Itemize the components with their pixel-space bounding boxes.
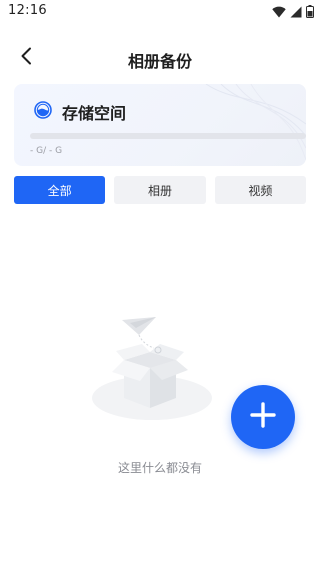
storage-half-circle-icon <box>34 101 52 119</box>
status-icons <box>272 5 314 18</box>
status-time: 12:16 <box>8 3 47 18</box>
cellular-signal-icon <box>290 6 302 18</box>
tab-videos[interactable]: 视频 <box>214 176 306 204</box>
storage-card: 存储空间 - G/ - G <box>14 84 306 166</box>
status-bar: 12:16 <box>0 0 320 24</box>
wifi-icon <box>272 6 286 18</box>
add-button[interactable] <box>231 385 295 449</box>
battery-icon <box>306 5 314 18</box>
plus-icon <box>249 401 277 433</box>
empty-box-paper-plane-illustration <box>92 317 212 420</box>
filter-tabs: 全部 相册 视频 <box>14 176 306 204</box>
card-wave-decoration <box>205 84 306 161</box>
tab-all[interactable]: 全部 <box>14 176 106 204</box>
tab-albums[interactable]: 相册 <box>114 176 206 204</box>
header-bar: 相册备份 <box>0 40 320 76</box>
storage-progress-bar <box>30 133 306 139</box>
storage-title: 存储空间 <box>62 104 127 123</box>
empty-state-text: 这里什么都没有 <box>117 461 202 475</box>
page-title: 相册备份 <box>127 52 192 71</box>
storage-usage-text: - G/ - G <box>30 146 63 156</box>
